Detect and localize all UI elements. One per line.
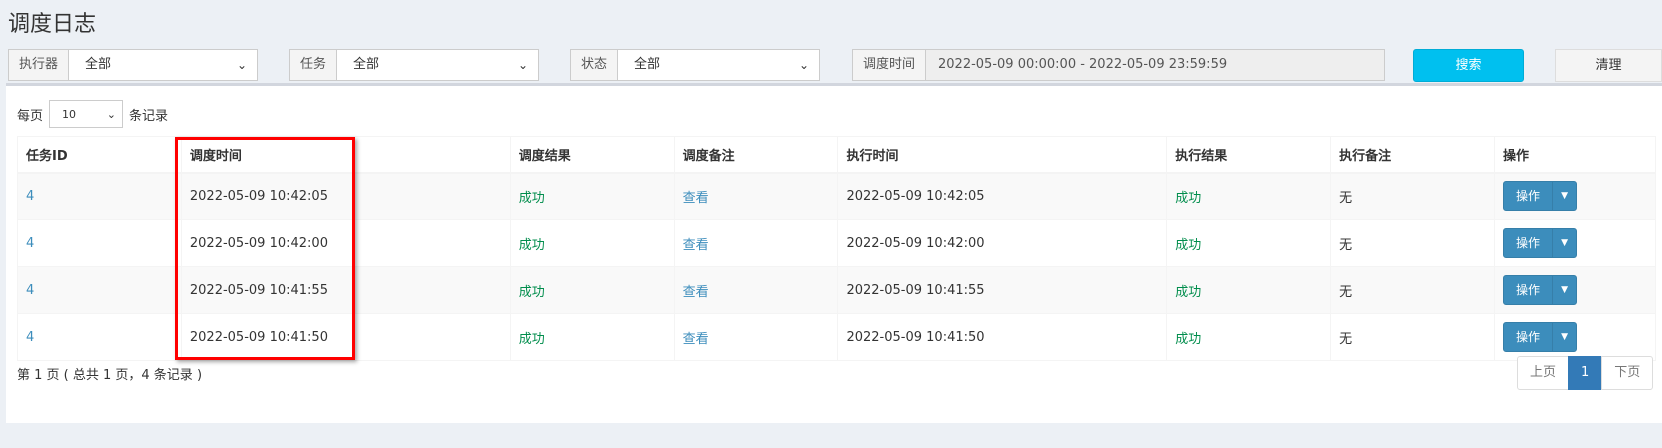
executor-select-value: 全部 (85, 57, 112, 72)
chevron-down-icon: ⌄ (798, 58, 809, 72)
status-select-value: 全部 (634, 57, 661, 72)
column-header-exec-time[interactable]: 执行时间 (837, 136, 1168, 174)
action-cell: 操作 ▼ (1494, 172, 1656, 220)
exec-result-cell: 成功 (1166, 266, 1332, 314)
column-header-exec-result[interactable]: 执行结果 (1166, 136, 1332, 174)
time-range-input[interactable]: 2022-05-09 00:00:00 - 2022-05-09 23:59:5… (926, 50, 1384, 80)
table-info: 第 1 页 ( 总共 1 页，4 条记录 ) (17, 368, 203, 383)
task-select-value: 全部 (353, 57, 380, 72)
executor-filter-label: 执行器 (9, 50, 70, 80)
action-button-label[interactable]: 操作 (1504, 276, 1552, 304)
log-table-box: 每页 10 ⌄ 条记录 任务ID 调度时间 调度结果 调度备注 执行时间 执行结果… (6, 83, 1662, 423)
trigger-note-link[interactable]: 查看 (673, 219, 839, 267)
exec-result-cell: 成功 (1166, 172, 1332, 220)
action-dropdown-button[interactable]: 操作 ▼ (1503, 181, 1578, 212)
page-button-current[interactable]: 1 (1568, 356, 1603, 390)
status-filter-label: 状态 (571, 50, 619, 80)
page-length-suffix: 条记录 (129, 108, 169, 124)
caret-down-icon[interactable]: ▼ (1552, 182, 1576, 211)
action-cell: 操作 ▼ (1494, 313, 1656, 361)
action-cell: 操作 ▼ (1494, 266, 1656, 314)
caret-down-icon[interactable]: ▼ (1552, 323, 1576, 351)
task-id-link[interactable]: 4 (17, 266, 182, 314)
clear-button[interactable]: 清理 (1555, 49, 1662, 82)
trigger-result-cell: 成功 (509, 219, 675, 267)
time-filter[interactable]: 调度时间 2022-05-09 00:00:00 - 2022-05-09 23… (852, 49, 1385, 81)
trigger-result-cell: 成功 (509, 313, 675, 361)
exec-result-cell: 成功 (1166, 313, 1332, 361)
page-length-value: 10 (62, 107, 77, 121)
log-table: 任务ID 调度时间 调度结果 调度备注 执行时间 执行结果 执行备注 操作 4 … (17, 136, 1656, 361)
column-header-exec-note[interactable]: 执行备注 (1330, 136, 1496, 174)
page-length-prefix: 每页 (17, 108, 44, 124)
action-dropdown-button[interactable]: 操作 ▼ (1503, 275, 1578, 305)
page-title: 调度日志 (8, 12, 97, 37)
trigger-note-link[interactable]: 查看 (673, 266, 839, 314)
action-button-label[interactable]: 操作 (1504, 229, 1552, 257)
executor-select[interactable]: 全部 ⌄ (69, 50, 257, 80)
chevron-down-icon: ⌄ (517, 58, 528, 72)
executor-filter[interactable]: 执行器 全部 ⌄ (8, 49, 258, 81)
task-select[interactable]: 全部 ⌄ (337, 50, 538, 80)
prev-page-button[interactable]: 上页 (1517, 356, 1570, 390)
task-id-link[interactable]: 4 (17, 219, 182, 267)
trigger-note-link[interactable]: 查看 (673, 313, 839, 361)
action-dropdown-button[interactable]: 操作 ▼ (1503, 228, 1578, 258)
trigger-time-cell: 2022-05-09 10:41:55 (180, 266, 511, 314)
column-header-trigger-result[interactable]: 调度结果 (509, 136, 675, 174)
trigger-note-link[interactable]: 查看 (673, 172, 839, 220)
pagination: 上页 1 下页 (1517, 356, 1654, 390)
exec-note-cell: 无 (1330, 219, 1496, 267)
exec-time-cell: 2022-05-09 10:41:50 (837, 313, 1168, 361)
chevron-down-icon: ⌄ (106, 107, 117, 121)
column-header-task-id[interactable]: 任务ID (17, 136, 182, 174)
time-filter-label: 调度时间 (853, 50, 927, 80)
page-length-control: 每页 10 ⌄ 条记录 (17, 100, 168, 128)
task-filter[interactable]: 任务 全部 ⌄ (289, 49, 539, 81)
exec-note-cell: 无 (1330, 172, 1496, 220)
status-select[interactable]: 全部 ⌄ (618, 50, 819, 80)
search-button[interactable]: 搜索 (1413, 49, 1524, 82)
exec-note-cell: 无 (1330, 266, 1496, 314)
task-filter-label: 任务 (290, 50, 338, 80)
exec-time-cell: 2022-05-09 10:42:00 (837, 219, 1168, 267)
action-button-label[interactable]: 操作 (1504, 323, 1552, 351)
table-row: 4 2022-05-09 10:42:05 成功 查看 2022-05-09 1… (17, 172, 1656, 220)
exec-note-cell: 无 (1330, 313, 1496, 361)
table-row: 4 2022-05-09 10:41:50 成功 查看 2022-05-09 1… (17, 313, 1656, 361)
trigger-time-cell: 2022-05-09 10:42:05 (180, 172, 511, 220)
next-page-button[interactable]: 下页 (1601, 356, 1654, 390)
exec-time-cell: 2022-05-09 10:42:05 (837, 172, 1168, 220)
trigger-result-cell: 成功 (509, 172, 675, 220)
page-length-select[interactable]: 10 ⌄ (49, 100, 124, 128)
column-header-trigger-time[interactable]: 调度时间 (180, 136, 511, 174)
trigger-time-cell: 2022-05-09 10:42:00 (180, 219, 511, 267)
exec-result-cell: 成功 (1166, 219, 1332, 267)
column-header-action: 操作 (1494, 136, 1656, 174)
chevron-down-icon: ⌄ (236, 58, 247, 72)
status-filter[interactable]: 状态 全部 ⌄ (570, 49, 820, 81)
column-header-trigger-note[interactable]: 调度备注 (673, 136, 839, 174)
action-dropdown-button[interactable]: 操作 ▼ (1503, 322, 1578, 352)
trigger-result-cell: 成功 (509, 266, 675, 314)
table-row: 4 2022-05-09 10:41:55 成功 查看 2022-05-09 1… (17, 266, 1656, 314)
trigger-time-cell: 2022-05-09 10:41:50 (180, 313, 511, 361)
task-id-link[interactable]: 4 (17, 172, 182, 220)
action-button-label[interactable]: 操作 (1504, 182, 1552, 210)
table-row: 4 2022-05-09 10:42:00 成功 查看 2022-05-09 1… (17, 219, 1656, 267)
caret-down-icon[interactable]: ▼ (1552, 276, 1576, 304)
table-header-row: 任务ID 调度时间 调度结果 调度备注 执行时间 执行结果 执行备注 操作 (17, 136, 1656, 174)
exec-time-cell: 2022-05-09 10:41:55 (837, 266, 1168, 314)
task-id-link[interactable]: 4 (17, 313, 182, 361)
caret-down-icon[interactable]: ▼ (1552, 229, 1576, 257)
action-cell: 操作 ▼ (1494, 219, 1656, 267)
